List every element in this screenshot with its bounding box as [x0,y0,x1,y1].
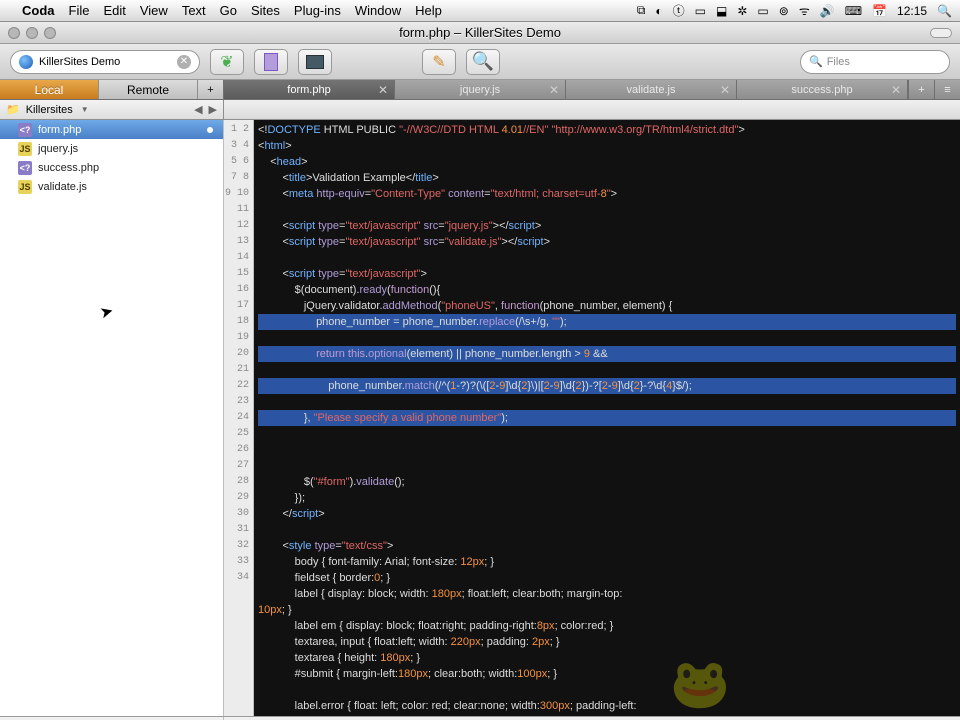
clock[interactable]: 12:15 [897,4,927,18]
editor-tab-jquery[interactable]: jquery.js✕ [395,80,566,99]
menu-text[interactable]: Text [182,3,206,18]
clear-icon[interactable]: ✕ [177,55,191,69]
menubar: Coda File Edit View Text Go Sites Plug-i… [0,0,960,22]
dropbox-icon[interactable]: ⬓ [716,4,727,18]
menu-plugins[interactable]: Plug-ins [294,3,341,18]
folder-crumb[interactable]: 📁 Killersites ▼ ◀ ▶ [0,100,224,119]
code-area[interactable]: <!DOCTYPE HTML PUBLIC "-//W3C//DTD HTML … [254,120,960,716]
evernote-icon[interactable]: ◐ [655,4,662,18]
php-file-icon: <? [18,123,32,137]
tab-local[interactable]: Local [0,80,99,99]
magnify-button[interactable]: 🔍 [466,49,500,75]
terminal-button[interactable] [298,49,332,75]
terminal-icon [306,55,324,69]
tabs-row: Local Remote + form.php✕ jquery.js✕ vali… [0,80,960,100]
js-file-icon: JS [18,180,32,194]
status-bar: + ⚙︎ ⟳ { } ⇪Share ?Hints 🗎Clips ⚠ 13:0 (… [0,716,960,720]
folder-name: Killersites [26,104,73,116]
file-success-php[interactable]: <? success.php [0,158,223,177]
menu-help[interactable]: Help [415,3,442,18]
search-input[interactable]: 🔍 Files [800,50,950,74]
volume-icon[interactable]: 🔊 [820,4,835,18]
pencil-icon: ✎ [432,52,445,72]
pencil-button[interactable]: ✎ [422,49,456,75]
menubar-extras: ⧉ ◐ ⓣ ▭ ⬓ ✲ ▭ ⊚ ᯤ 🔊 ⌨ 📅 12:15 🔍 [637,2,952,19]
close-icon[interactable]: ✕ [720,83,730,97]
path-row: 📁 Killersites ▼ ◀ ▶ [0,100,960,120]
add-source-button[interactable]: + [198,80,224,99]
keyboard-icon[interactable]: ⌨ [845,4,862,18]
editor-tabs: form.php✕ jquery.js✕ validate.js✕ succes… [224,80,960,99]
modified-dot [207,127,213,133]
file-label: form.php [38,124,81,136]
menu-go[interactable]: Go [220,3,237,18]
site-icon [19,55,33,69]
close-icon[interactable]: ✕ [549,83,559,97]
wifi-icon[interactable]: ᯤ [799,2,810,19]
magnify-icon: 🔍 [472,51,494,72]
nav-back-button[interactable]: ◀ [194,103,202,116]
spotlight-icon[interactable]: 🔍 [937,4,952,18]
site-name: KillerSites Demo [39,56,120,68]
chevron-down-icon: ▼ [81,105,89,114]
menu-view[interactable]: View [140,3,168,18]
window-title: form.php – KillerSites Demo [0,25,960,40]
book-icon [264,53,278,71]
file-label: validate.js [38,181,87,193]
display-icon[interactable]: ▭ [695,4,706,18]
calendar-icon[interactable]: 📅 [872,4,887,18]
menu-edit[interactable]: Edit [103,3,125,18]
file-validate-js[interactable]: JS validate.js [0,177,223,196]
leaf-icon: ❦ [220,52,233,72]
menu-window[interactable]: Window [355,3,401,18]
leaf-button[interactable]: ❦ [210,49,244,75]
window-titlebar: form.php – KillerSites Demo [0,22,960,44]
tab-overflow-button[interactable]: ≡ [934,80,960,99]
source-tabs: Local Remote + [0,80,224,99]
nav-forward-button[interactable]: ▶ [209,103,217,116]
tab-remote[interactable]: Remote [99,80,198,99]
menu-file[interactable]: File [69,3,90,18]
menu-sites[interactable]: Sites [251,3,280,18]
close-icon[interactable]: ✕ [891,83,901,97]
editor-path-bar [224,100,960,119]
code-editor[interactable]: 1 2 3 4 5 6 7 8 9 10 11 12 13 14 15 16 1… [224,120,960,716]
main-area: <? form.php JS jquery.js <? success.php JS vali… [0,120,960,716]
battery-icon[interactable]: ▭ [757,4,768,18]
flower-icon[interactable]: ✲ [737,4,747,18]
file-form-php[interactable]: <? form.php [0,120,223,139]
search-icon: 🔍 [809,55,823,68]
close-icon[interactable]: ✕ [378,83,388,97]
mouse-cursor: ➤ [98,301,116,324]
search-placeholder: Files [827,56,850,68]
toolbar: KillerSites Demo ✕ ❦ ✎ 🔍 🔍 Files [0,44,960,80]
editor-tab-validate[interactable]: validate.js✕ [566,80,737,99]
app-menu[interactable]: Coda [22,3,55,18]
toolbar-pill-button[interactable] [930,28,952,38]
textexpander-icon[interactable]: ⓣ [673,2,685,19]
camera-icon[interactable]: ⧉ [637,3,646,18]
new-tab-button[interactable]: + [908,80,934,99]
line-gutter: 1 2 3 4 5 6 7 8 9 10 11 12 13 14 15 16 1… [224,120,254,716]
file-label: jquery.js [38,143,78,155]
editor-tab-form[interactable]: form.php✕ [224,80,395,99]
book-button[interactable] [254,49,288,75]
file-jquery-js[interactable]: JS jquery.js [0,139,223,158]
editor-tab-success[interactable]: success.php✕ [737,80,908,99]
js-file-icon: JS [18,142,32,156]
file-label: success.php [38,162,99,174]
php-file-icon: <? [18,161,32,175]
airport-icon[interactable]: ⊚ [779,4,789,18]
folder-icon: 📁 [6,103,20,116]
site-picker[interactable]: KillerSites Demo ✕ [10,50,200,74]
file-browser: <? form.php JS jquery.js <? success.php JS vali… [0,120,224,716]
